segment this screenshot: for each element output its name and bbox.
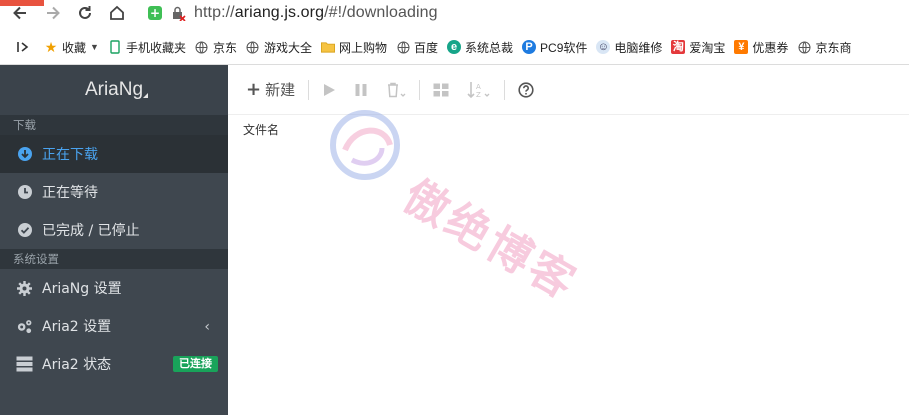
e-icon: e — [447, 40, 462, 54]
svg-text:A: A — [476, 83, 481, 91]
security-shield-icon: + — [148, 6, 162, 20]
bookmark-item[interactable]: 淘 爱淘宝 — [671, 39, 725, 56]
toolbar-divider — [504, 79, 506, 100]
sidebar-item-label: AriaNg 设置 — [42, 281, 122, 297]
insecure-lock-icon[interactable] — [170, 5, 186, 21]
gear-icon — [16, 280, 33, 297]
sort-alpha-icon: AZ — [467, 81, 490, 99]
sidebar-item-downloading[interactable]: 正在下载 — [0, 135, 228, 173]
sidebar-toggle-icon — [17, 42, 29, 52]
bookmark-item[interactable]: 游戏大全 — [246, 39, 312, 56]
sort-button[interactable]: AZ — [463, 76, 495, 104]
sidebar-item-aria2-settings[interactable]: Aria2 设置 ‹ — [0, 307, 228, 345]
trash-icon — [388, 82, 406, 97]
brand-caret-icon — [143, 93, 148, 98]
clock-icon — [16, 184, 33, 201]
chevron-left-icon: ‹ — [204, 319, 210, 335]
sidebar-item-label: 正在下载 — [42, 147, 98, 163]
svg-text:Z: Z — [476, 91, 481, 99]
home-icon — [110, 5, 124, 20]
globe-icon — [396, 40, 410, 54]
section-header-settings: 系统设置 — [0, 249, 228, 269]
brand-title: AriaNg — [84, 79, 144, 100]
sidebar-item-stopped[interactable]: 已完成 / 已停止 — [0, 211, 228, 249]
sidebar-item-ariang-settings[interactable]: AriaNg 设置 — [0, 269, 228, 307]
folder-icon — [320, 40, 335, 54]
globe-icon — [246, 40, 260, 54]
help-button[interactable] — [514, 76, 538, 104]
phone-icon — [108, 40, 122, 54]
sidebar-item-label: 已完成 / 已停止 — [42, 223, 140, 239]
pause-icon — [355, 83, 367, 96]
sidebar-item-label: 正在等待 — [42, 185, 98, 201]
coupon-icon: ¥ — [734, 40, 749, 54]
forward-button[interactable] — [42, 2, 64, 24]
sidebar-item-label: Aria2 设置 — [42, 319, 112, 335]
sidebar-item-label: Aria2 状态 — [42, 357, 112, 373]
arrow-circle-down-icon — [16, 146, 33, 163]
connection-status-badge: 已连接 — [173, 356, 218, 372]
globe-icon — [797, 40, 811, 54]
nav-row: + http://ariang.js.org/#!/downloading — [0, 0, 909, 28]
taobao-icon: 淘 — [671, 40, 686, 54]
section-header-download: 下载 — [0, 115, 228, 135]
sidebar-item-waiting[interactable]: 正在等待 — [0, 173, 228, 211]
main-content: + 新建 AZ 文件名 — [228, 65, 909, 415]
pause-button[interactable] — [350, 76, 372, 104]
file-name-column-header[interactable]: 文件名 — [228, 115, 909, 138]
sidebar-item-aria2-status[interactable]: Aria2 状态 已连接 — [0, 345, 228, 383]
new-task-label: 新建 — [265, 81, 296, 99]
sidebar-toggle-button[interactable] — [16, 40, 30, 54]
bookmark-item[interactable]: ☺ 电脑维修 — [596, 39, 662, 56]
select-all-button[interactable] — [429, 76, 453, 104]
home-button[interactable] — [106, 2, 128, 24]
globe-icon — [195, 40, 209, 54]
reload-button[interactable] — [74, 2, 96, 24]
dropdown-arrow-icon: ▼ — [90, 42, 99, 52]
server-icon — [16, 356, 33, 373]
gears-icon — [16, 318, 33, 335]
avatar-icon: ☺ — [596, 40, 611, 54]
back-arrow-icon — [13, 6, 26, 20]
toolbar-divider — [419, 79, 421, 100]
brand[interactable]: AriaNg — [0, 65, 228, 115]
sidebar: AriaNg 下载 正在下载 正在等待 已完成 / 已停止 系统设置 AriaN… — [0, 65, 228, 415]
star-icon: ★ — [44, 39, 58, 55]
bookmark-item[interactable]: 网上购物 — [320, 39, 387, 56]
check-circle-icon — [16, 222, 33, 239]
plus-icon: + — [246, 79, 262, 100]
bookmark-item[interactable]: 手机收藏夹 — [108, 39, 186, 56]
bookmark-item[interactable]: 京东 — [195, 39, 237, 56]
bookmarks-bar: ★ 收藏 ▼ 手机收藏夹 京东 游戏大全 网上购物 百度 e 系统总裁 P PC… — [0, 36, 909, 58]
question-circle-icon — [518, 81, 534, 98]
p-icon: P — [522, 40, 537, 54]
forward-arrow-icon — [47, 6, 60, 20]
grid-icon — [433, 83, 449, 96]
delete-button[interactable] — [382, 76, 410, 104]
address-bar[interactable]: + http://ariang.js.org/#!/downloading — [148, 1, 438, 25]
toolbar-divider — [308, 79, 310, 100]
start-button[interactable] — [318, 76, 340, 104]
play-icon — [324, 83, 336, 96]
back-button[interactable] — [9, 2, 31, 24]
bookmark-favorites[interactable]: ★ 收藏 ▼ — [44, 39, 99, 56]
new-task-button[interactable]: + 新建 — [242, 76, 299, 104]
bookmark-item[interactable]: P PC9软件 — [522, 39, 587, 56]
bookmark-item[interactable]: ¥ 优惠券 — [734, 39, 788, 56]
bookmark-item[interactable]: 百度 — [396, 39, 438, 56]
browser-chrome: + http://ariang.js.org/#!/downloading ★ … — [0, 0, 909, 65]
toolbar: + 新建 AZ — [228, 65, 909, 115]
reload-icon — [79, 6, 91, 19]
bookmark-item[interactable]: 京东商 — [797, 39, 851, 56]
url-text: http://ariang.js.org/#!/downloading — [194, 4, 438, 21]
bookmark-item[interactable]: e 系统总裁 — [447, 39, 513, 56]
